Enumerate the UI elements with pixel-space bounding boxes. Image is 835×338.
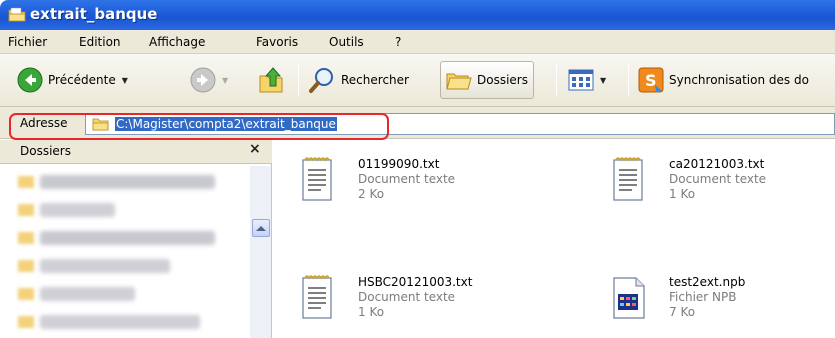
toolbar-separator [298, 64, 299, 96]
menu-favoris[interactable]: Favoris [256, 35, 298, 49]
sync-icon: S [638, 67, 664, 93]
folders-button[interactable]: Dossiers [440, 61, 534, 99]
folder-icon [18, 260, 34, 272]
tree-item-blurred[interactable] [40, 203, 115, 217]
tree-item-blurred[interactable] [40, 315, 200, 329]
file-type: Fichier NPB [669, 290, 737, 304]
svg-text:S: S [645, 71, 657, 90]
scroll-up-button[interactable] [252, 219, 270, 237]
folders-pane: Dossiers × [0, 140, 272, 338]
folders-icon [446, 73, 472, 90]
up-folder-button[interactable] [258, 62, 286, 98]
file-type: Document texte [358, 290, 456, 304]
window-title: extrait_banque [30, 5, 158, 23]
toolbar: Précédente ▼ ▼ Rechercher Dossiers ▼ S S… [0, 54, 835, 107]
npb-file-icon [613, 277, 645, 319]
folder-icon [18, 288, 34, 300]
search-button[interactable]: Rechercher [308, 62, 409, 98]
file-size: 1 Ko [358, 305, 385, 319]
views-dropdown-icon[interactable]: ▼ [600, 76, 606, 85]
file-type: Document texte [358, 172, 456, 186]
file-size: 7 Ko [669, 305, 696, 319]
file-size: 1 Ko [669, 187, 696, 201]
close-icon[interactable]: × [249, 141, 261, 157]
views-icon [568, 69, 594, 91]
menu-help[interactable]: ? [395, 35, 401, 49]
file-size: 2 Ko [358, 187, 385, 201]
tree-item-blurred[interactable] [40, 175, 215, 189]
menu-affichage[interactable]: Affichage [149, 35, 205, 49]
tree-item-blurred[interactable] [40, 287, 135, 301]
file-name: HSBC20121003.txt [358, 275, 473, 289]
folders-pane-title: Dossiers [20, 144, 71, 158]
toolbar-separator [556, 64, 557, 96]
menu-bar: Fichier Edition Affichage Favoris Outils… [0, 30, 835, 54]
menu-edition[interactable]: Edition [79, 35, 121, 49]
tree-item-blurred[interactable] [40, 231, 215, 245]
toolbar-separator [628, 64, 629, 96]
search-icon [309, 68, 333, 93]
file-name: 01199090.txt [358, 157, 440, 171]
text-file-icon [613, 157, 643, 201]
forward-arrow-icon [190, 67, 216, 93]
views-button[interactable]: ▼ [568, 62, 606, 98]
file-item[interactable]: ca20121003.txt Document texte 1 Ko [612, 156, 835, 216]
menu-outils[interactable]: Outils [329, 35, 364, 49]
folders-pane-header: Dossiers × [0, 140, 272, 164]
back-arrow-icon [17, 67, 43, 93]
file-type: Document texte [669, 172, 767, 186]
folder-icon [8, 7, 26, 22]
folder-icon [18, 316, 34, 328]
back-button[interactable]: Précédente ▼ [17, 62, 128, 98]
folder-icon [18, 204, 34, 216]
annotation-highlight-box [9, 113, 389, 140]
back-dropdown-icon[interactable]: ▼ [122, 76, 128, 85]
folders-label: Dossiers [477, 73, 528, 87]
title-bar[interactable]: extrait_banque [0, 0, 835, 30]
file-name: ca20121003.txt [669, 157, 765, 171]
file-item[interactable]: HSBC20121003.txt Document texte 1 Ko [301, 274, 561, 334]
text-file-icon [302, 275, 332, 319]
menu-fichier[interactable]: Fichier [8, 35, 47, 49]
tree-item-blurred[interactable] [40, 259, 170, 273]
file-item[interactable]: test2ext.npb Fichier NPB 7 Ko [612, 274, 835, 334]
file-list: 01199090.txt Document texte 2 Ko ca20121… [273, 140, 835, 338]
search-label: Rechercher [341, 73, 409, 87]
forward-dropdown-icon[interactable]: ▼ [222, 76, 228, 85]
sync-button[interactable]: S Synchronisation des do [638, 62, 809, 98]
folder-icon [18, 232, 34, 244]
folder-icon [18, 176, 34, 188]
folders-scrollbar[interactable] [250, 166, 271, 338]
file-item[interactable]: 01199090.txt Document texte 2 Ko [301, 156, 561, 216]
text-file-icon [302, 157, 332, 201]
folder-up-icon [259, 67, 283, 93]
sync-label: Synchronisation des do [669, 73, 809, 87]
file-name: test2ext.npb [669, 275, 746, 289]
forward-button[interactable]: ▼ [190, 62, 228, 98]
back-label: Précédente [48, 73, 116, 87]
